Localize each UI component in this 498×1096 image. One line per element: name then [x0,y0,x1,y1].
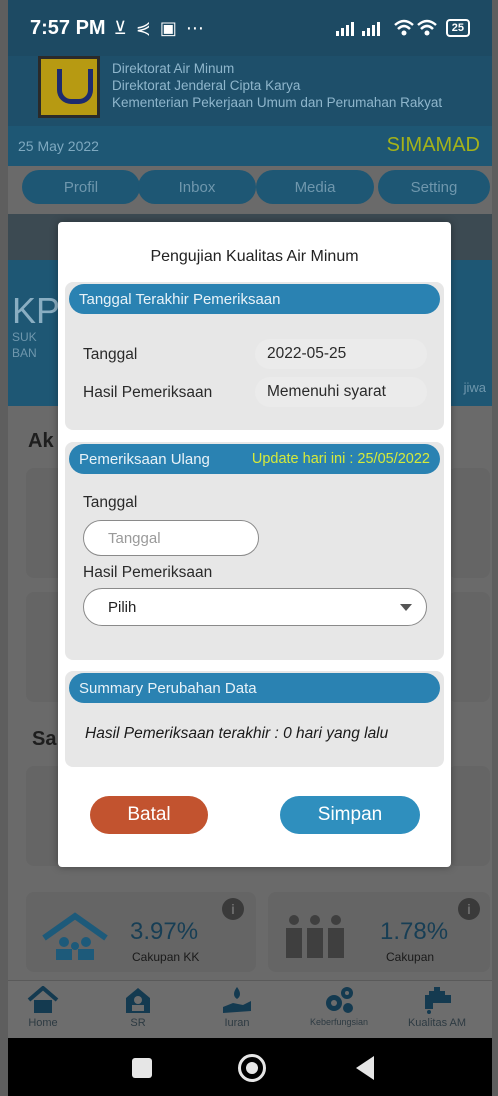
menu-media[interactable]: Media [256,170,374,204]
org-lines: Direktorat Air Minum Direktorat Jenderal… [112,60,442,111]
last-check-date-value: 2022-05-25 [255,339,427,369]
menu-setting[interactable]: Setting [378,170,490,204]
app-name: SIMAMAD [386,134,480,156]
nav-home-label: Home [28,1017,58,1029]
bg-card-4 [448,592,490,702]
people-group-icon [286,915,344,958]
summary-text: Hasil Pemeriksaan terakhir : 0 hari yang… [85,725,389,742]
status-right: 25 [335,19,470,37]
last-check-date-label: Tanggal [83,346,138,363]
hand-water-icon [192,985,282,1015]
org-line-1: Direktorat Air Minum [112,61,235,76]
info-card-sub1: SUK [12,330,37,344]
section-aksi: Ak [28,430,54,452]
status-bar: 7:57 PM ⊻ ⋞ ▣ ⋯ 25 [8,0,492,56]
dialog-title: Pengujian Kualitas Air Minum [150,248,359,265]
info-icon[interactable]: i [222,898,244,920]
info-card-title: KP [12,290,61,331]
house-user-icon [93,985,183,1015]
signal-icon [335,22,380,36]
bg-card-6 [448,766,490,866]
recheck-result-selected: Pilih [108,598,137,616]
summary-header-label: Summary Perubahan Data [79,679,257,697]
house-family-icon [42,912,108,960]
recheck-header-label: Pemeriksaan Ulang [79,450,210,468]
status-time: 7:57 PM [30,16,106,39]
stat-card-cakupan[interactable]: 1.78% Cakupan i [268,892,490,972]
wifi-icon [393,19,437,36]
info-card-jiwa: jiwa [463,380,486,395]
recheck-header: Pemeriksaan Ulang Update hari ini : 25/0… [69,444,440,474]
nav-sr-label: SR [130,1017,146,1029]
last-check-header-label: Tanggal Terakhir Pemeriksaan [79,290,281,308]
bg-card-3 [448,468,490,578]
cancel-button[interactable]: Batal [90,796,208,834]
recheck-panel: Pemeriksaan Ulang Update hari ini : 25/0… [65,442,444,660]
menu-profil[interactable]: Profil [22,170,140,204]
info-icon[interactable]: i [458,898,480,920]
top-menu: Profil Inbox Media Setting [8,170,492,206]
last-check-header: Tanggal Terakhir Pemeriksaan [69,284,440,314]
nav-home[interactable]: Home [8,985,88,1029]
recheck-date-input[interactable] [83,520,259,556]
nav-sr[interactable]: SR [93,985,183,1029]
nav-kualitas-label: Kualitas AM [407,1017,467,1029]
home-circle-icon[interactable] [238,1054,266,1082]
summary-header: Summary Perubahan Data [69,673,440,703]
nav-iuran-label: Iuran [224,1017,250,1029]
last-check-result-value: Memenuhi syarat [255,377,427,407]
stat-cakupan-value: 1.78% [380,918,449,945]
nav-kualitas[interactable]: Kualitas AM [392,985,482,1029]
bottom-nav: Home SR Iuran Keberfungsian Kualitas AM [8,980,492,1038]
chevron-down-icon [400,604,412,611]
recheck-result-select[interactable]: Pilih [83,588,427,626]
recheck-result-label: Hasil Pemeriksaan [83,564,213,581]
org-line-2: Direktorat Jenderal Cipta Karya [112,78,301,93]
recheck-date-label: Tanggal [83,494,138,511]
date-bar: 25 May 2022 SIMAMAD [8,126,492,166]
summary-panel: Summary Perubahan Data Hasil Pemeriksaan… [65,671,444,767]
recent-apps-icon[interactable] [132,1058,152,1078]
app-header: Direktorat Air Minum Direktorat Jenderal… [8,56,492,126]
menu-inbox[interactable]: Inbox [138,170,256,204]
water-quality-dialog: Pengujian Kualitas Air Minum Tanggal Ter… [58,222,451,867]
org-line-3: Kementerian Pekerjaan Umum dan Perumahan… [112,95,443,110]
home-icon [8,985,88,1015]
nav-iuran[interactable]: Iuran [192,985,282,1029]
nav-keberfungsian[interactable]: Keberfungsian [294,985,384,1027]
back-icon[interactable] [356,1056,374,1080]
stat-cakupan-label: Cakupan [386,950,435,964]
last-check-result-label: Hasil Pemeriksaan [83,384,213,401]
notification-icons: ⊻ ⋞ ▣ ⋯ [113,17,206,38]
stat-kk-value: 3.97% [130,918,199,945]
pupr-logo [38,56,100,118]
battery-icon: 25 [445,19,470,37]
recheck-update-note: Update hari ini : 25/05/2022 [251,451,430,467]
system-nav-bar [8,1038,492,1096]
stat-kk-label: Cakupan KK [132,950,200,964]
faucet-icon [392,985,482,1015]
current-date: 25 May 2022 [18,138,99,154]
save-button[interactable]: Simpan [280,796,420,834]
last-check-panel: Tanggal Terakhir Pemeriksaan Tanggal 202… [65,282,444,430]
section-sarana: Sa [32,728,57,750]
stat-card-kk[interactable]: 3.97% Cakupan KK i [26,892,256,972]
gears-icon [294,985,384,1015]
info-card-sub2: BAN [12,346,37,360]
nav-keberfungsian-label: Keberfungsian [309,1017,369,1027]
